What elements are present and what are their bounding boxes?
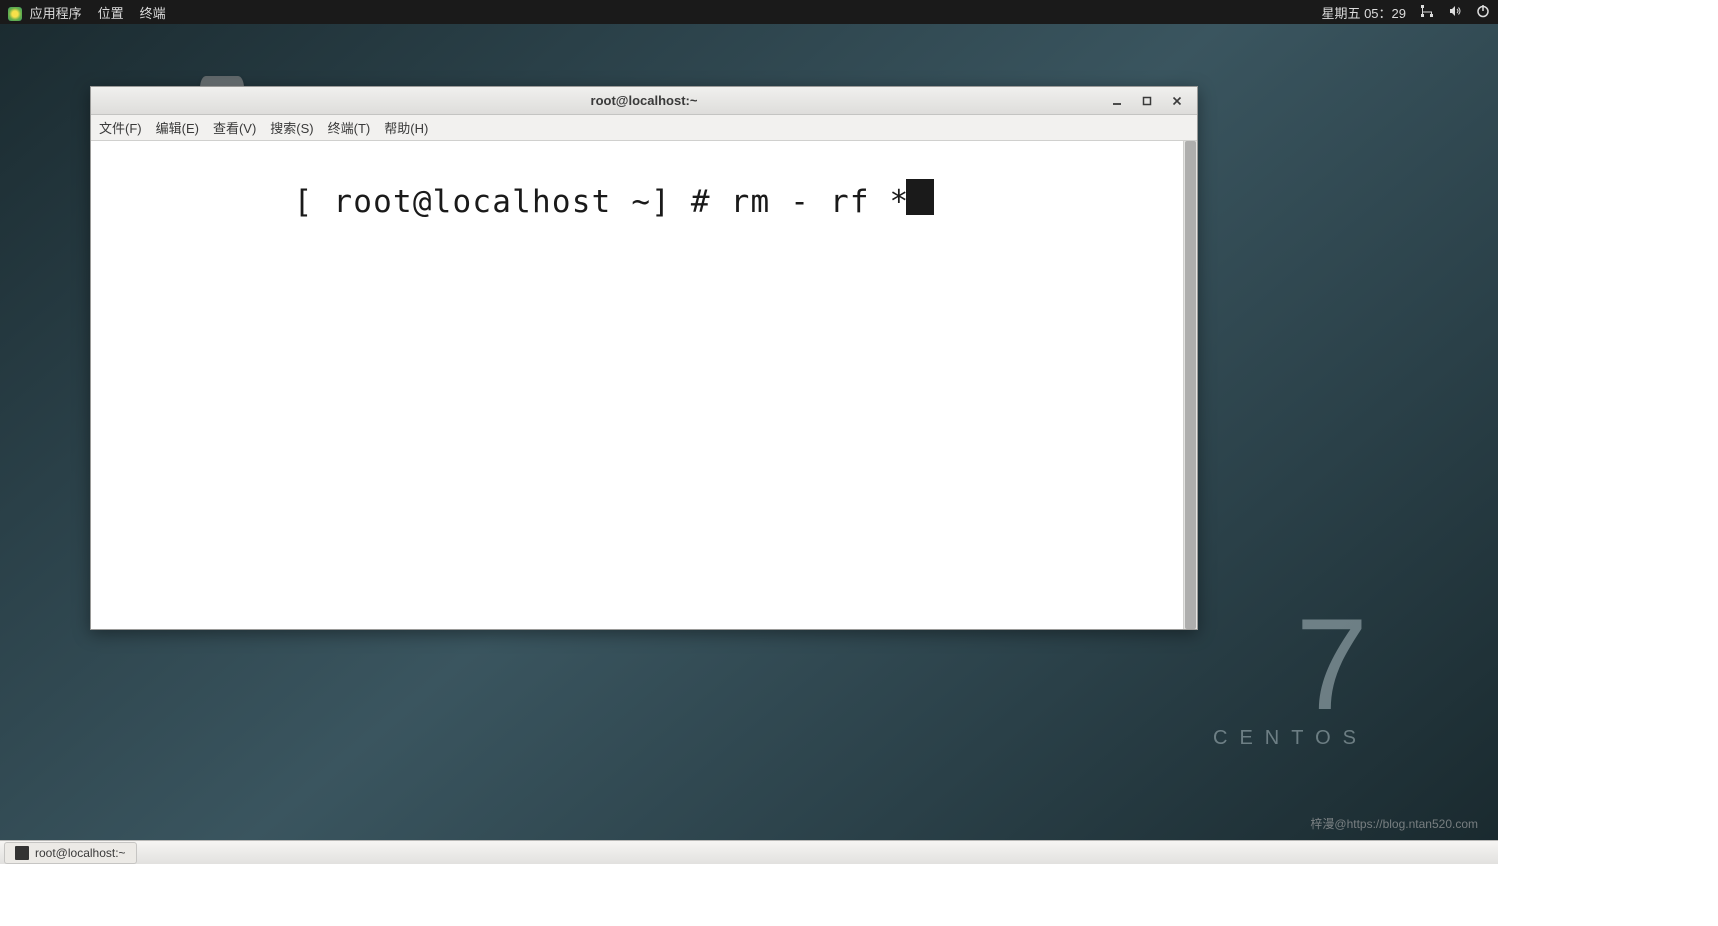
volume-icon[interactable] <box>1448 4 1462 21</box>
terminal-scrollbar[interactable] <box>1183 141 1197 629</box>
terminal-menu-shortcut[interactable]: 终端 <box>140 3 166 22</box>
terminal-titlebar[interactable]: root@localhost:~ <box>91 87 1197 115</box>
bottom-taskbar: root@localhost:~ <box>0 840 1498 864</box>
applications-menu[interactable]: 应用程序 <box>8 3 82 22</box>
datetime-label[interactable]: 星期五 05：29 <box>1321 3 1406 22</box>
terminal-command: rm - rf * <box>731 184 910 220</box>
desktop: 7 CENTOS 梓漫@https://blog.ntan520.com roo… <box>0 24 1498 840</box>
menu-edit[interactable]: 编辑(E) <box>156 118 199 137</box>
power-icon[interactable] <box>1476 4 1490 21</box>
maximize-button[interactable] <box>1139 93 1155 109</box>
applications-label: 应用程序 <box>30 6 82 21</box>
terminal-window: root@localhost:~ 文件(F) 编辑(E) 查看(V) <box>90 86 1198 630</box>
network-icon[interactable] <box>1420 4 1434 21</box>
scrollbar-thumb[interactable] <box>1185 141 1196 629</box>
menu-terminal[interactable]: 终端(T) <box>328 118 371 137</box>
taskbar-item-label: root@localhost:~ <box>35 846 126 860</box>
top-panel: 应用程序 位置 终端 星期五 05：29 <box>0 0 1498 24</box>
gnome-logo-icon <box>8 7 22 21</box>
menu-search[interactable]: 搜索(S) <box>270 118 313 137</box>
places-menu[interactable]: 位置 <box>98 3 124 22</box>
window-title: root@localhost:~ <box>591 93 698 108</box>
close-button[interactable] <box>1169 93 1185 109</box>
menu-view[interactable]: 查看(V) <box>213 118 256 137</box>
terminal-icon <box>15 846 29 860</box>
taskbar-terminal-item[interactable]: root@localhost:~ <box>4 842 137 864</box>
centos-version: 7 <box>1213 599 1368 729</box>
terminal-body[interactable]: [ root@localhost ~] # rm - rf * <box>91 141 1197 629</box>
terminal-prompt: [ root@localhost ~] # <box>294 184 731 220</box>
terminal-menubar: 文件(F) 编辑(E) 查看(V) 搜索(S) 终端(T) 帮助(H) <box>91 115 1197 141</box>
centos-label: CENTOS <box>1213 727 1368 750</box>
menu-help[interactable]: 帮助(H) <box>384 118 428 137</box>
menu-file[interactable]: 文件(F) <box>99 118 142 137</box>
terminal-content[interactable]: [ root@localhost ~] # rm - rf * <box>91 141 1183 629</box>
terminal-cursor <box>906 179 934 215</box>
watermark-text: 梓漫@https://blog.ntan520.com <box>1310 815 1478 832</box>
centos-branding: 7 CENTOS <box>1213 599 1368 750</box>
minimize-button[interactable] <box>1109 93 1125 109</box>
